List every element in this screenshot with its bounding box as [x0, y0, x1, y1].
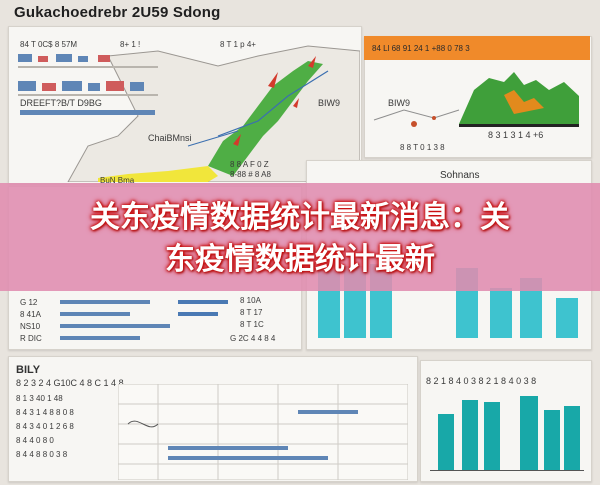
bottom-left-title-line: 8 2 3 2 4 G10C 4 8 C 1 4 8 — [16, 378, 124, 388]
cyan-bar-5 — [490, 288, 512, 338]
map-top-line-3: 8 T 1 p 4+ — [220, 40, 256, 49]
left-mid-label-4: R DIC — [20, 334, 42, 343]
left-mid-bar-2 — [60, 312, 130, 316]
left-mid-bar-6 — [178, 312, 218, 316]
left-mid-bar-5 — [178, 300, 228, 304]
left-mid-right-label-2: 8 T 17 — [240, 308, 263, 317]
left-mid-label-5: G 2C 4 4 8 4 — [230, 334, 276, 343]
right-top-header: 84 Ll 68 91 24 1 +88 0 78 3 — [372, 44, 470, 53]
page-title: Gukachoedrebr 2U59 Sdong — [14, 4, 221, 21]
right-top-caption: 8 8 T 0 1 3 8 — [400, 143, 445, 152]
bottom-left-grid — [117, 383, 409, 481]
bottom-right-axis — [430, 470, 584, 471]
bottom-left-row-1: 8 1 3 40 1 48 — [16, 394, 63, 403]
right-top-axis-label: 8 3 1 3 1 4 +6 — [488, 130, 544, 140]
map-legend-bar — [20, 110, 155, 115]
bottom-bar-2 — [462, 400, 478, 470]
bottom-bar-5 — [544, 410, 560, 470]
headline-line-2: 东疫情数据统计最新 — [165, 242, 435, 277]
bottom-bar-1 — [438, 414, 454, 470]
bottom-left-row-3: 8 4 3 4 0 1 2 6 8 — [16, 422, 74, 431]
left-mid-bar-3 — [60, 324, 170, 328]
bottom-bar-6 — [564, 406, 580, 470]
right-mid-box-label: Sohnans — [440, 170, 480, 181]
map-legend-line-1: 8 8 A F 0 Z — [230, 160, 269, 169]
map-top-line-1: 84 T 0C$ 8 57M — [20, 40, 78, 49]
map-city-label: ChaiBMnsi — [148, 133, 192, 143]
left-mid-bar-1 — [60, 300, 150, 304]
bottom-left-row-5: 8 4 4 8 8 0 3 8 — [16, 450, 68, 459]
right-top-sub-label: BIW9 — [388, 98, 411, 108]
bottom-bar-4 — [520, 396, 538, 470]
map-left-label: DREEFT?B/T D9BG — [20, 98, 102, 108]
right-top-chart — [364, 60, 590, 156]
left-mid-right-label-3: 8 T 1C — [240, 320, 264, 329]
left-mid-right-label-1: 8 10A — [240, 296, 261, 305]
bottom-right-header: 8 2 1 8 4 0 3 8 2 1 8 4 0 3 8 — [426, 376, 537, 386]
map-city-label-2: BIW9 — [318, 98, 341, 108]
left-mid-label-1: G 12 — [20, 298, 38, 307]
bottom-grid-svg — [117, 383, 409, 481]
map-top-line-2: 8+ 1 ! — [120, 40, 141, 49]
left-mid-label-2: 8 41A — [20, 310, 41, 319]
area-chart-svg — [373, 72, 579, 127]
bottom-bar-3 — [484, 402, 500, 470]
bottom-left-row-4: 8 4 4 0 8 0 — [16, 436, 54, 445]
headline-line-1: 关东疫情数据统计最新消息：关 — [90, 200, 510, 235]
left-mid-bar-4 — [60, 336, 140, 340]
left-mid-label-3: NS10 — [20, 322, 41, 331]
cyan-bar-7 — [556, 298, 578, 338]
map-legend-line-2: 8-88 # 8 A8 — [230, 170, 271, 179]
bottom-left-row-2: 8 4 3 1 4 8 8 0 8 — [16, 408, 74, 417]
bottom-left-header: BILY — [16, 364, 41, 376]
